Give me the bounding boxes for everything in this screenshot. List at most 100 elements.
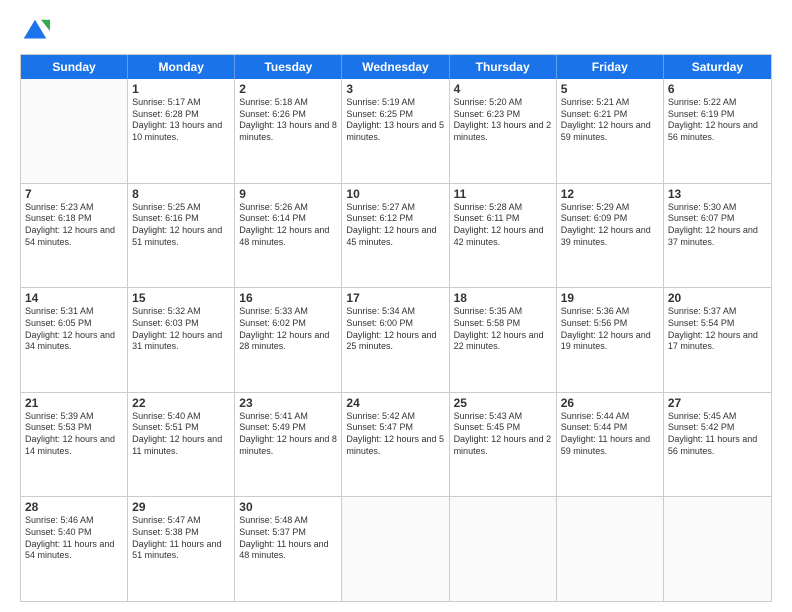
cal-cell: 8Sunrise: 5:25 AMSunset: 6:16 PMDaylight… [128, 184, 235, 288]
day-number: 19 [561, 291, 659, 305]
cal-cell: 16Sunrise: 5:33 AMSunset: 6:02 PMDayligh… [235, 288, 342, 392]
cal-cell: 9Sunrise: 5:26 AMSunset: 6:14 PMDaylight… [235, 184, 342, 288]
cal-cell: 23Sunrise: 5:41 AMSunset: 5:49 PMDayligh… [235, 393, 342, 497]
cell-info: Sunrise: 5:40 AMSunset: 5:51 PMDaylight:… [132, 411, 230, 458]
cell-info: Sunrise: 5:31 AMSunset: 6:05 PMDaylight:… [25, 306, 123, 353]
cal-cell: 30Sunrise: 5:48 AMSunset: 5:37 PMDayligh… [235, 497, 342, 601]
day-number: 26 [561, 396, 659, 410]
cell-info: Sunrise: 5:17 AMSunset: 6:28 PMDaylight:… [132, 97, 230, 144]
cell-info: Sunrise: 5:28 AMSunset: 6:11 PMDaylight:… [454, 202, 552, 249]
cal-cell: 27Sunrise: 5:45 AMSunset: 5:42 PMDayligh… [664, 393, 771, 497]
header [20, 16, 772, 46]
cal-cell: 28Sunrise: 5:46 AMSunset: 5:40 PMDayligh… [21, 497, 128, 601]
week-row-4: 21Sunrise: 5:39 AMSunset: 5:53 PMDayligh… [21, 393, 771, 498]
cell-info: Sunrise: 5:42 AMSunset: 5:47 PMDaylight:… [346, 411, 444, 458]
cal-cell: 4Sunrise: 5:20 AMSunset: 6:23 PMDaylight… [450, 79, 557, 183]
day-number: 11 [454, 187, 552, 201]
cal-cell: 20Sunrise: 5:37 AMSunset: 5:54 PMDayligh… [664, 288, 771, 392]
cell-info: Sunrise: 5:32 AMSunset: 6:03 PMDaylight:… [132, 306, 230, 353]
day-of-week-saturday: Saturday [664, 55, 771, 79]
cell-info: Sunrise: 5:19 AMSunset: 6:25 PMDaylight:… [346, 97, 444, 144]
day-number: 7 [25, 187, 123, 201]
cal-cell: 2Sunrise: 5:18 AMSunset: 6:26 PMDaylight… [235, 79, 342, 183]
cal-cell: 17Sunrise: 5:34 AMSunset: 6:00 PMDayligh… [342, 288, 449, 392]
cell-info: Sunrise: 5:46 AMSunset: 5:40 PMDaylight:… [25, 515, 123, 562]
day-of-week-thursday: Thursday [450, 55, 557, 79]
day-number: 15 [132, 291, 230, 305]
day-of-week-friday: Friday [557, 55, 664, 79]
day-number: 23 [239, 396, 337, 410]
day-of-week-sunday: Sunday [21, 55, 128, 79]
cal-cell: 6Sunrise: 5:22 AMSunset: 6:19 PMDaylight… [664, 79, 771, 183]
cal-cell: 18Sunrise: 5:35 AMSunset: 5:58 PMDayligh… [450, 288, 557, 392]
day-number: 30 [239, 500, 337, 514]
day-number: 27 [668, 396, 767, 410]
cell-info: Sunrise: 5:48 AMSunset: 5:37 PMDaylight:… [239, 515, 337, 562]
day-of-week-tuesday: Tuesday [235, 55, 342, 79]
cell-info: Sunrise: 5:37 AMSunset: 5:54 PMDaylight:… [668, 306, 767, 353]
day-number: 16 [239, 291, 337, 305]
cell-info: Sunrise: 5:30 AMSunset: 6:07 PMDaylight:… [668, 202, 767, 249]
cal-cell: 1Sunrise: 5:17 AMSunset: 6:28 PMDaylight… [128, 79, 235, 183]
cal-cell: 24Sunrise: 5:42 AMSunset: 5:47 PMDayligh… [342, 393, 449, 497]
logo [20, 16, 54, 46]
cal-cell: 22Sunrise: 5:40 AMSunset: 5:51 PMDayligh… [128, 393, 235, 497]
cell-info: Sunrise: 5:36 AMSunset: 5:56 PMDaylight:… [561, 306, 659, 353]
day-number: 6 [668, 82, 767, 96]
week-row-2: 7Sunrise: 5:23 AMSunset: 6:18 PMDaylight… [21, 184, 771, 289]
day-number: 28 [25, 500, 123, 514]
cal-cell [664, 497, 771, 601]
cal-cell: 11Sunrise: 5:28 AMSunset: 6:11 PMDayligh… [450, 184, 557, 288]
cell-info: Sunrise: 5:22 AMSunset: 6:19 PMDaylight:… [668, 97, 767, 144]
day-number: 5 [561, 82, 659, 96]
day-number: 8 [132, 187, 230, 201]
page: SundayMondayTuesdayWednesdayThursdayFrid… [0, 0, 792, 612]
day-number: 25 [454, 396, 552, 410]
cal-cell: 15Sunrise: 5:32 AMSunset: 6:03 PMDayligh… [128, 288, 235, 392]
cal-cell: 13Sunrise: 5:30 AMSunset: 6:07 PMDayligh… [664, 184, 771, 288]
logo-icon [20, 16, 50, 46]
cell-info: Sunrise: 5:18 AMSunset: 6:26 PMDaylight:… [239, 97, 337, 144]
cell-info: Sunrise: 5:47 AMSunset: 5:38 PMDaylight:… [132, 515, 230, 562]
calendar-body: 1Sunrise: 5:17 AMSunset: 6:28 PMDaylight… [21, 79, 771, 601]
cal-cell: 5Sunrise: 5:21 AMSunset: 6:21 PMDaylight… [557, 79, 664, 183]
day-of-week-monday: Monday [128, 55, 235, 79]
day-number: 21 [25, 396, 123, 410]
day-number: 29 [132, 500, 230, 514]
day-number: 20 [668, 291, 767, 305]
cal-cell: 14Sunrise: 5:31 AMSunset: 6:05 PMDayligh… [21, 288, 128, 392]
day-number: 22 [132, 396, 230, 410]
cell-info: Sunrise: 5:26 AMSunset: 6:14 PMDaylight:… [239, 202, 337, 249]
cell-info: Sunrise: 5:44 AMSunset: 5:44 PMDaylight:… [561, 411, 659, 458]
cell-info: Sunrise: 5:41 AMSunset: 5:49 PMDaylight:… [239, 411, 337, 458]
day-number: 13 [668, 187, 767, 201]
cal-cell [557, 497, 664, 601]
cal-cell: 7Sunrise: 5:23 AMSunset: 6:18 PMDaylight… [21, 184, 128, 288]
cal-cell: 3Sunrise: 5:19 AMSunset: 6:25 PMDaylight… [342, 79, 449, 183]
day-of-week-wednesday: Wednesday [342, 55, 449, 79]
cell-info: Sunrise: 5:43 AMSunset: 5:45 PMDaylight:… [454, 411, 552, 458]
cell-info: Sunrise: 5:20 AMSunset: 6:23 PMDaylight:… [454, 97, 552, 144]
day-number: 9 [239, 187, 337, 201]
day-number: 2 [239, 82, 337, 96]
day-number: 14 [25, 291, 123, 305]
cell-info: Sunrise: 5:29 AMSunset: 6:09 PMDaylight:… [561, 202, 659, 249]
day-number: 4 [454, 82, 552, 96]
cal-cell [21, 79, 128, 183]
cell-info: Sunrise: 5:33 AMSunset: 6:02 PMDaylight:… [239, 306, 337, 353]
day-number: 18 [454, 291, 552, 305]
cell-info: Sunrise: 5:35 AMSunset: 5:58 PMDaylight:… [454, 306, 552, 353]
calendar-header: SundayMondayTuesdayWednesdayThursdayFrid… [21, 55, 771, 79]
cal-cell [450, 497, 557, 601]
day-number: 24 [346, 396, 444, 410]
day-number: 10 [346, 187, 444, 201]
cell-info: Sunrise: 5:39 AMSunset: 5:53 PMDaylight:… [25, 411, 123, 458]
cal-cell: 19Sunrise: 5:36 AMSunset: 5:56 PMDayligh… [557, 288, 664, 392]
week-row-3: 14Sunrise: 5:31 AMSunset: 6:05 PMDayligh… [21, 288, 771, 393]
cell-info: Sunrise: 5:45 AMSunset: 5:42 PMDaylight:… [668, 411, 767, 458]
calendar: SundayMondayTuesdayWednesdayThursdayFrid… [20, 54, 772, 602]
day-number: 12 [561, 187, 659, 201]
cal-cell: 21Sunrise: 5:39 AMSunset: 5:53 PMDayligh… [21, 393, 128, 497]
cal-cell: 10Sunrise: 5:27 AMSunset: 6:12 PMDayligh… [342, 184, 449, 288]
week-row-1: 1Sunrise: 5:17 AMSunset: 6:28 PMDaylight… [21, 79, 771, 184]
